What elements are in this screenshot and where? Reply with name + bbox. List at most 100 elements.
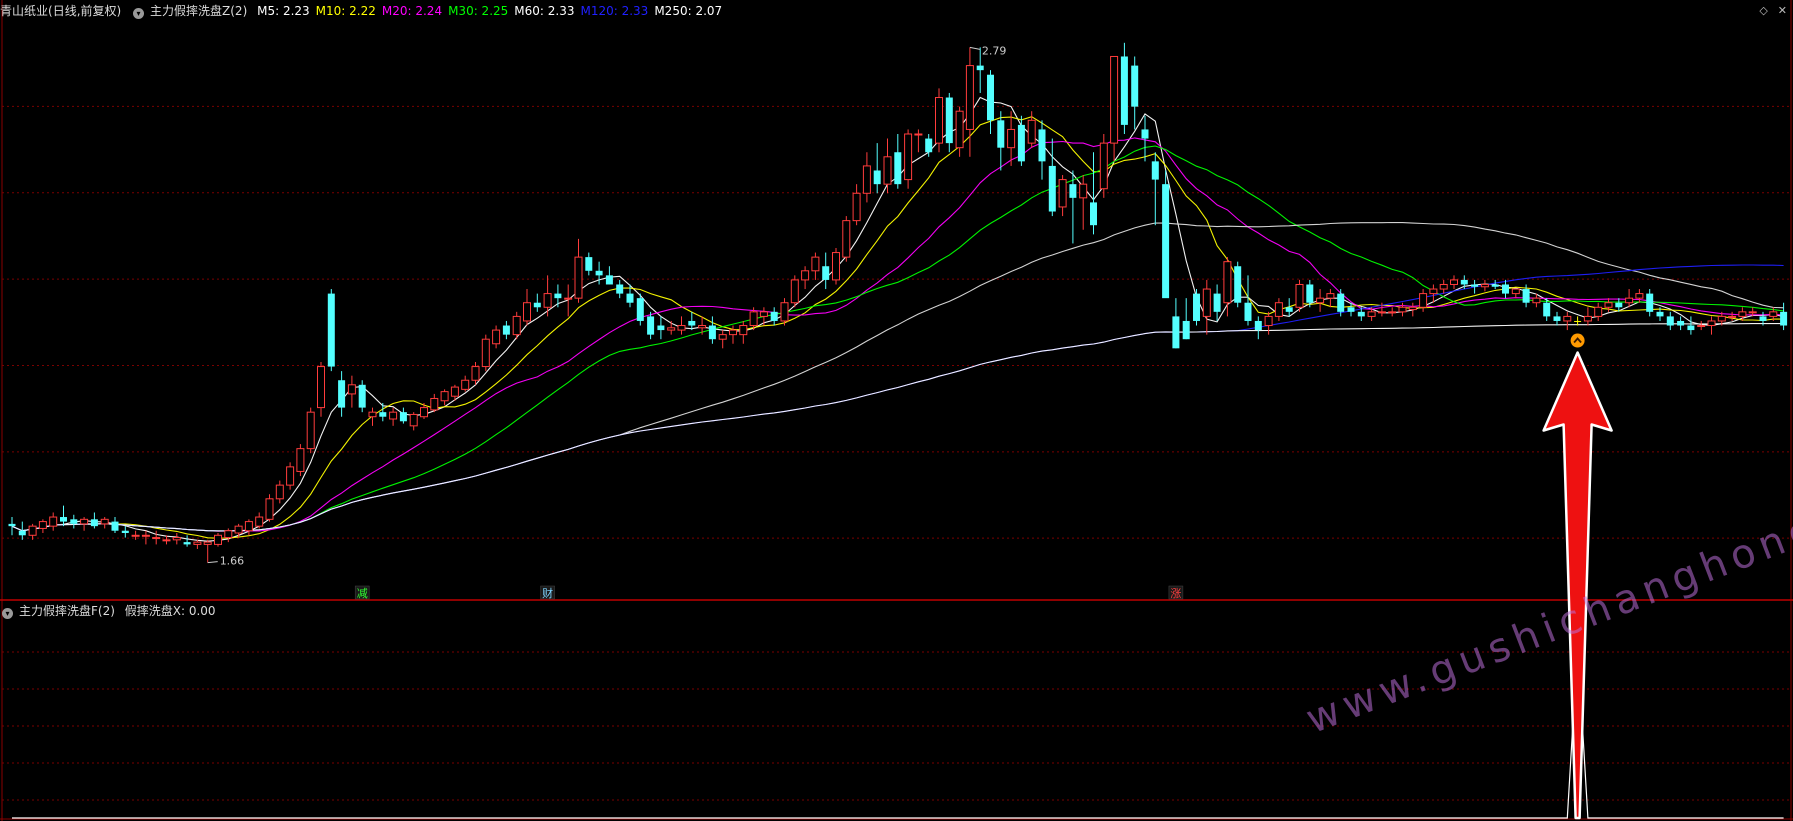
candle	[100, 517, 109, 529]
candle	[1099, 134, 1108, 198]
candle	[718, 330, 727, 349]
candle	[605, 266, 613, 285]
close-icon[interactable]: ✕	[1778, 4, 1787, 17]
annotation-leader	[969, 46, 980, 50]
candle	[111, 517, 119, 533]
candle	[1202, 279, 1211, 335]
candle	[790, 275, 799, 308]
event-label: 涨	[1170, 587, 1181, 600]
candle	[1728, 311, 1737, 321]
candle-body	[162, 539, 171, 542]
candle-body	[409, 413, 418, 427]
candle	[585, 252, 593, 276]
candle-body	[904, 133, 913, 181]
candle-body	[729, 329, 737, 336]
candle	[492, 325, 501, 349]
candle	[1502, 279, 1509, 299]
candle	[1697, 320, 1706, 331]
candle-body	[1090, 202, 1097, 226]
candle	[1274, 298, 1283, 321]
candle-body	[1738, 311, 1747, 317]
ma-readout-3: M30: 2.25	[448, 4, 509, 18]
candle-body	[873, 170, 881, 185]
candle-body	[708, 325, 716, 340]
candle	[1151, 152, 1159, 226]
candle-body	[347, 384, 356, 395]
candle-body	[935, 97, 943, 144]
candle	[1677, 316, 1685, 331]
ma-line-m20	[11, 137, 1784, 532]
candle	[842, 216, 851, 262]
candle-body	[358, 384, 366, 408]
candle	[1687, 316, 1695, 335]
candle	[8, 517, 16, 536]
candle	[1553, 311, 1561, 326]
candle-body	[749, 311, 758, 327]
stock-chart[interactable]: 2.79 1.66 减 财 涨	[0, 0, 1793, 821]
candle-body	[1728, 315, 1737, 318]
candle	[1223, 257, 1232, 317]
candle-body	[543, 293, 552, 308]
candle-body	[790, 279, 799, 304]
candle	[1439, 279, 1448, 294]
candle-body	[616, 284, 624, 294]
candle	[275, 480, 284, 504]
candle-body	[18, 530, 26, 536]
candle-body	[852, 192, 861, 222]
candle	[502, 320, 510, 340]
candle-body	[214, 534, 222, 545]
candle	[389, 407, 398, 426]
candle	[1048, 138, 1056, 217]
candle	[214, 533, 222, 547]
candle-body	[533, 302, 541, 308]
candle-body	[1563, 315, 1572, 322]
candle	[399, 407, 407, 424]
candle-body	[1306, 284, 1314, 303]
candle	[1450, 275, 1458, 290]
candle-body	[193, 541, 202, 545]
ma-line-m30	[11, 145, 1784, 532]
candle-body	[317, 366, 325, 409]
candle-body	[420, 407, 428, 418]
candle-body	[770, 311, 778, 321]
candle-body	[1367, 311, 1376, 317]
candle-body	[327, 293, 335, 367]
candle-body	[1202, 288, 1211, 317]
diamond-icon[interactable]: ◇	[1759, 4, 1767, 17]
candle-body	[1583, 315, 1592, 322]
candle	[1563, 311, 1572, 331]
candle-body	[605, 275, 613, 285]
candle-body	[636, 298, 644, 321]
candle	[286, 462, 295, 490]
candle	[1646, 289, 1654, 317]
candle-body	[626, 293, 634, 303]
sub-indicator-toggle-icon[interactable]: ▾	[2, 608, 13, 619]
candle-body	[677, 325, 686, 331]
candle-body	[471, 366, 480, 381]
candle-body	[1099, 142, 1108, 190]
candle-body	[1151, 161, 1159, 180]
candle	[1017, 115, 1025, 166]
candle-body	[244, 521, 253, 532]
candle-body	[1759, 316, 1767, 321]
ma-readout-4: M60: 2.33	[514, 4, 575, 18]
candle	[481, 334, 490, 372]
ma-readouts: M5: 2.23 M10: 2.22 M20: 2.24 M30: 2.25 M60: …	[257, 4, 728, 18]
candle	[554, 284, 562, 308]
candle-body	[647, 316, 655, 335]
candle-body	[688, 320, 696, 326]
indicator-toggle-icon[interactable]: ▾	[133, 8, 145, 19]
candle-body	[1625, 297, 1634, 304]
candle	[358, 380, 366, 413]
candle	[172, 533, 181, 545]
candle-body	[234, 525, 243, 534]
candle-body	[1337, 293, 1345, 312]
candle-body	[275, 484, 284, 500]
candle	[883, 138, 892, 194]
candle-body	[1182, 320, 1190, 340]
candle	[1027, 111, 1036, 148]
candle	[1388, 307, 1397, 317]
candle	[1264, 311, 1273, 335]
candle	[811, 252, 820, 280]
candle-body	[502, 325, 510, 335]
